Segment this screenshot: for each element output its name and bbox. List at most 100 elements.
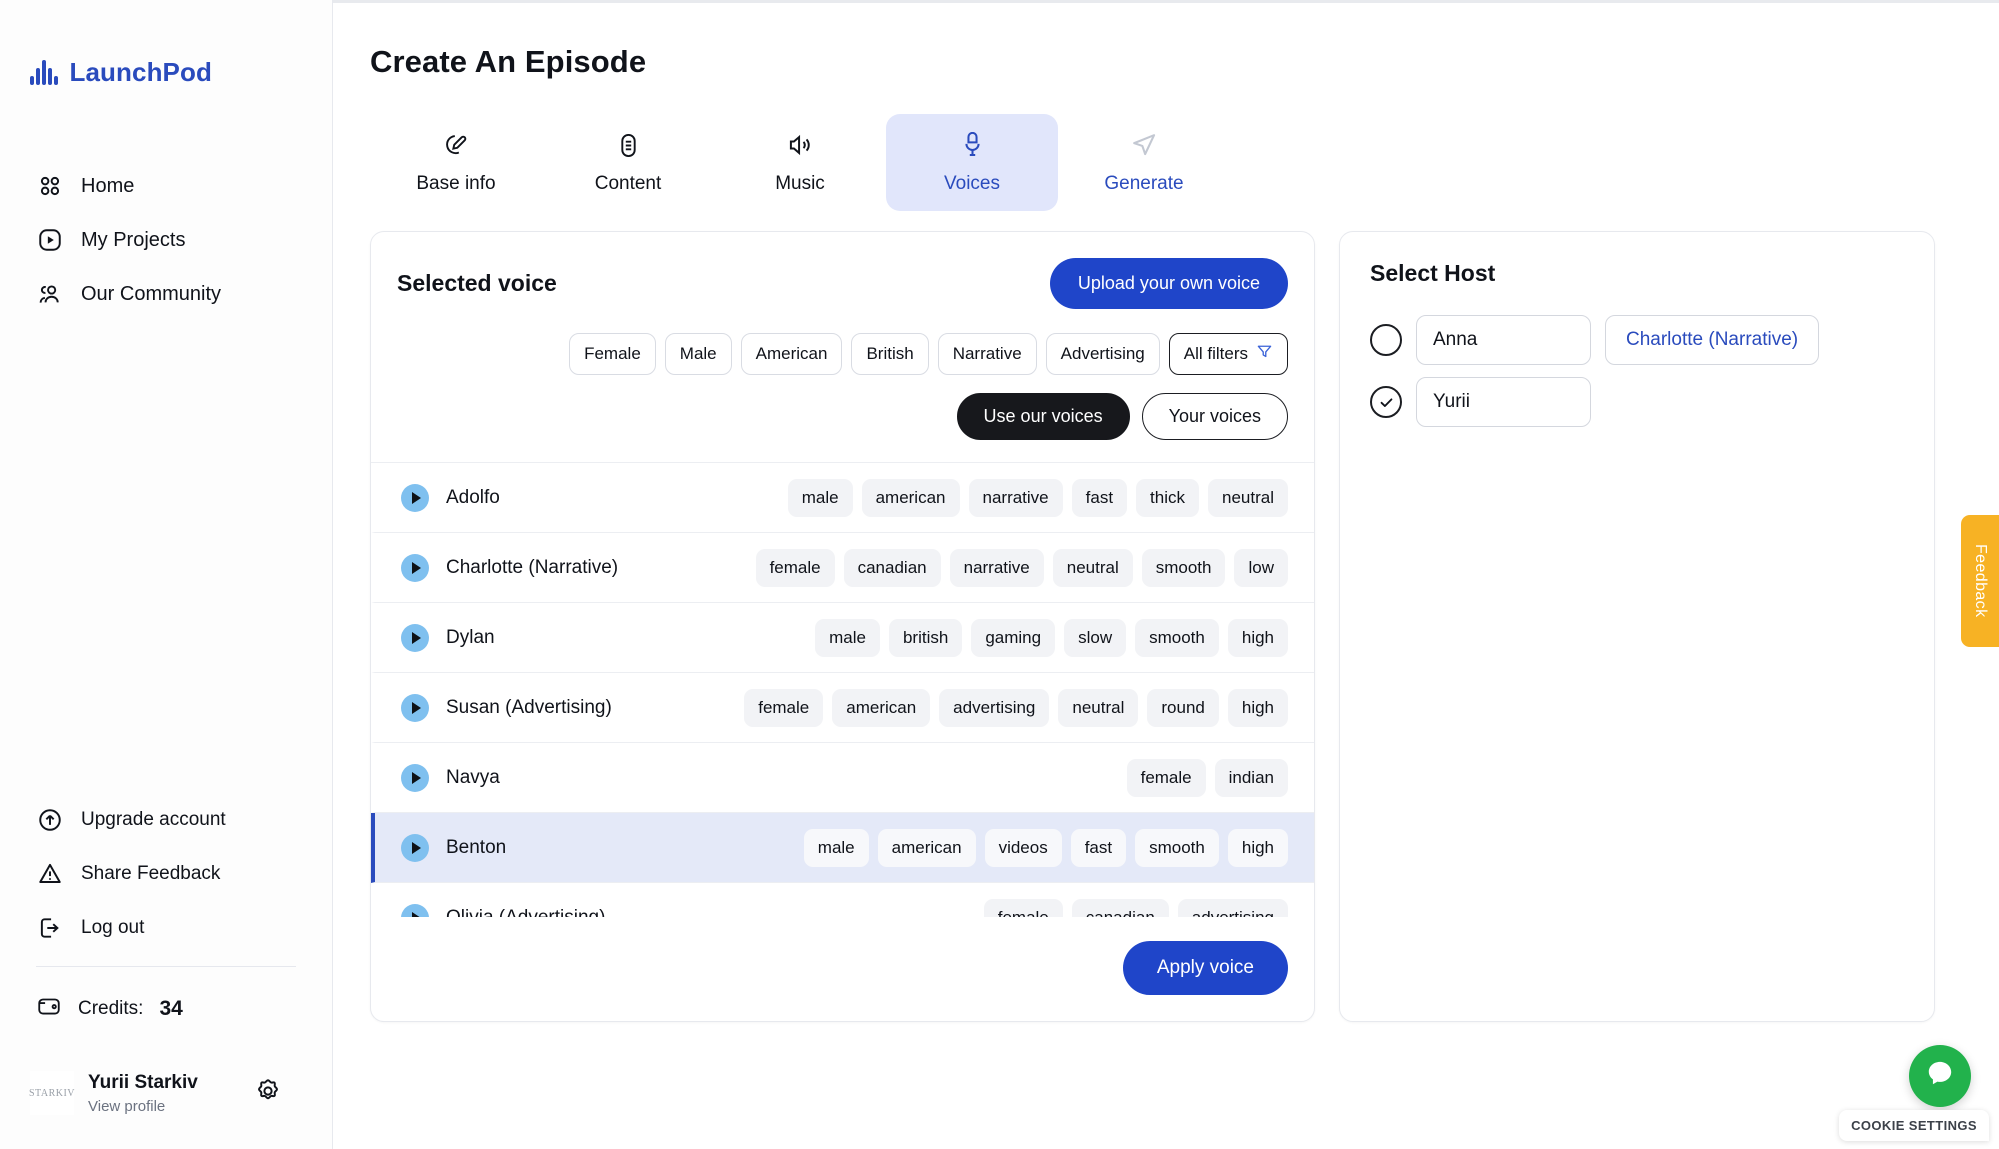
filter-chip-advertising[interactable]: Advertising — [1046, 333, 1160, 375]
brand-logo[interactable]: LaunchPod — [0, 0, 332, 96]
voice-source-toggle: Use our voices Your voices — [371, 375, 1314, 462]
tab-voices[interactable]: Voices — [886, 114, 1058, 211]
cookie-settings-button[interactable]: COOKIE SETTINGS — [1839, 1110, 1989, 1141]
play-square-icon — [36, 226, 64, 254]
voice-tag: gaming — [971, 619, 1055, 657]
chat-widget-button[interactable] — [1909, 1045, 1971, 1107]
play-icon[interactable] — [401, 764, 429, 792]
play-icon[interactable] — [401, 694, 429, 722]
sidebar-item-our-community[interactable]: Our Community — [0, 280, 332, 308]
wallet-icon — [36, 993, 62, 1025]
your-voices-toggle[interactable]: Your voices — [1142, 393, 1288, 440]
gear-icon[interactable] — [254, 1077, 282, 1110]
host-checkbox-checked[interactable] — [1370, 386, 1402, 418]
main-content: Create An Episode Base info — [333, 0, 1999, 1149]
view-profile-link[interactable]: View profile — [88, 1098, 198, 1115]
voice-tag: high — [1228, 829, 1288, 867]
tab-base-info[interactable]: Base info — [370, 114, 542, 211]
feedback-tab-label: Feedback — [1971, 544, 1989, 617]
app-root: LaunchPod Home My Pr — [0, 0, 1999, 1149]
logout-icon — [36, 914, 64, 942]
voice-name: Olivia (Advertising) — [446, 907, 605, 918]
tab-label: Voices — [944, 173, 1000, 195]
filter-chips: Female Male American British Narrative A… — [371, 309, 1314, 375]
filter-chip-male[interactable]: Male — [665, 333, 732, 375]
chat-bubble-icon — [1923, 1057, 1957, 1096]
voice-tag: videos — [985, 829, 1062, 867]
select-host-card: Select Host Charlotte (Narrative) — [1339, 231, 1935, 1022]
table-row[interactable]: Benton male american videos fast smooth … — [371, 813, 1314, 883]
sidebar-item-label: Share Feedback — [81, 863, 220, 885]
audio-wave-icon — [30, 59, 58, 85]
play-icon[interactable] — [401, 834, 429, 862]
profile-block[interactable]: STARKIV Yurii Starkiv View profile — [0, 1025, 332, 1115]
host-voice-picker-button[interactable]: Charlotte (Narrative) — [1605, 315, 1819, 365]
table-row[interactable]: Charlotte (Narrative) female canadian na… — [371, 533, 1314, 603]
play-icon[interactable] — [401, 904, 429, 918]
sidebar-item-my-projects[interactable]: My Projects — [0, 226, 332, 254]
voice-tag: male — [788, 479, 853, 517]
page-title: Create An Episode — [370, 44, 1999, 80]
voice-tag: female — [744, 689, 823, 727]
voice-tag: american — [862, 479, 960, 517]
voice-card-footer: Apply voice — [371, 917, 1314, 1021]
tab-music[interactable]: Music — [714, 114, 886, 211]
voice-tags: male british gaming slow smooth high — [815, 619, 1288, 657]
voice-tag: neutral — [1208, 479, 1288, 517]
voice-tags: female canadian advertising — [984, 899, 1288, 918]
play-icon[interactable] — [401, 624, 429, 652]
voice-name: Adolfo — [446, 487, 500, 509]
sidebar-item-home[interactable]: Home — [0, 172, 332, 200]
credits-value: 34 — [159, 997, 182, 1021]
filter-chip-female[interactable]: Female — [569, 333, 656, 375]
filter-chip-narrative[interactable]: Narrative — [938, 333, 1037, 375]
selected-voice-card: Selected voice Upload your own voice Fem… — [370, 231, 1315, 1022]
voice-tag: slow — [1064, 619, 1126, 657]
voice-tag: narrative — [969, 479, 1063, 517]
voice-name: Susan (Advertising) — [446, 697, 612, 719]
play-icon[interactable] — [401, 554, 429, 582]
host-name-input[interactable] — [1416, 377, 1591, 427]
panels-row: Selected voice Upload your own voice Fem… — [370, 231, 1999, 1022]
filter-chip-american[interactable]: American — [741, 333, 843, 375]
voice-tag: american — [878, 829, 976, 867]
filter-chip-british[interactable]: British — [851, 333, 928, 375]
host-row-anna: Charlotte (Narrative) — [1370, 315, 1904, 365]
sidebar-item-share-feedback[interactable]: Share Feedback — [0, 860, 332, 888]
tab-label: Generate — [1104, 173, 1183, 195]
apply-voice-button[interactable]: Apply voice — [1123, 941, 1288, 995]
voice-tag: female — [756, 549, 835, 587]
voice-list[interactable]: Adolfo male american narrative fast thic… — [371, 462, 1314, 917]
table-row[interactable]: Susan (Advertising) female american adve… — [371, 673, 1314, 743]
voice-tag: advertising — [939, 689, 1049, 727]
voice-tag: male — [804, 829, 869, 867]
table-row[interactable]: Olivia (Advertising) female canadian adv… — [371, 883, 1314, 917]
host-name-input[interactable] — [1416, 315, 1591, 365]
all-filters-button[interactable]: All filters — [1169, 333, 1288, 375]
table-row[interactable]: Adolfo male american narrative fast thic… — [371, 463, 1314, 533]
voice-tag: canadian — [1072, 899, 1169, 918]
sidebar-item-upgrade-account[interactable]: Upgrade account — [0, 806, 332, 834]
sidebar-item-label: Upgrade account — [81, 809, 226, 831]
sidebar-item-log-out[interactable]: Log out — [0, 914, 332, 942]
feedback-tab[interactable]: Feedback — [1961, 515, 1999, 647]
host-checkbox-unchecked[interactable] — [1370, 324, 1402, 356]
voice-tags: female canadian narrative neutral smooth… — [756, 549, 1288, 587]
all-filters-label: All filters — [1184, 344, 1248, 364]
sidebar-item-label: Log out — [81, 917, 144, 939]
send-plane-icon — [1130, 130, 1158, 160]
voice-tag: smooth — [1135, 619, 1219, 657]
table-row[interactable]: Navya female indian — [371, 743, 1314, 813]
table-row[interactable]: Dylan male british gaming slow smooth hi… — [371, 603, 1314, 673]
play-icon[interactable] — [401, 484, 429, 512]
use-our-voices-toggle[interactable]: Use our voices — [957, 393, 1130, 440]
tab-content[interactable]: Content — [542, 114, 714, 211]
voice-name: Benton — [446, 837, 506, 859]
voice-tag: male — [815, 619, 880, 657]
voice-name: Navya — [446, 767, 500, 789]
voice-tag: narrative — [950, 549, 1044, 587]
upload-your-own-voice-button[interactable]: Upload your own voice — [1050, 258, 1288, 309]
voice-tag: british — [889, 619, 962, 657]
tab-generate[interactable]: Generate — [1058, 114, 1230, 211]
voice-name: Dylan — [446, 627, 495, 649]
